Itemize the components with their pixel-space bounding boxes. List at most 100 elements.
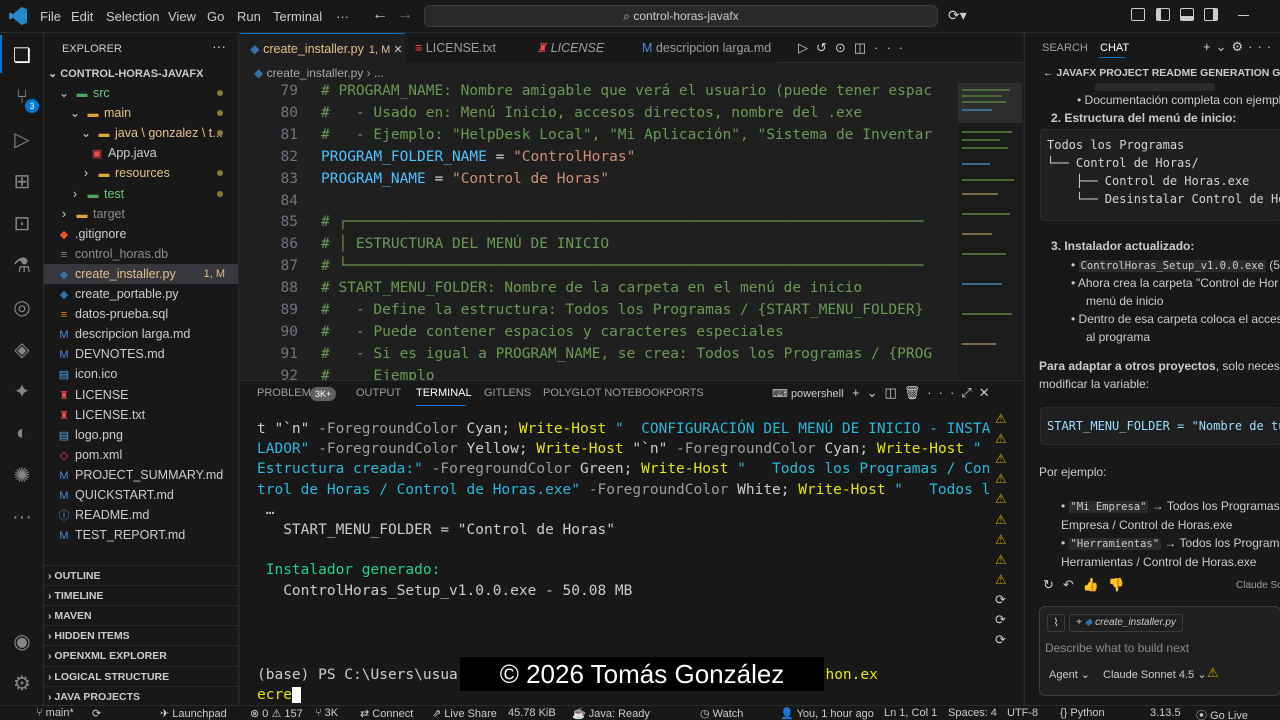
command-center-search[interactable]: ⌕ control-horas-javafx <box>424 5 938 27</box>
tree-item[interactable]: ≡ control_horas.db <box>44 244 238 264</box>
extensions-icon[interactable]: ⊞ <box>0 161 44 201</box>
openai-icon[interactable]: ✺ <box>0 455 44 495</box>
menu-terminal[interactable]: Terminal <box>273 9 322 24</box>
tree-item[interactable]: ◆ .gitignore <box>44 224 238 244</box>
source-control-icon[interactable]: ⑂ 3 <box>0 77 44 117</box>
tree-item[interactable]: ♜ LICENSE.txt <box>44 405 238 425</box>
panel-tab-problems[interactable]: PROBLEMS <box>257 387 318 399</box>
context-file-chip[interactable]: + ◆ create_installer.py <box>1069 614 1183 632</box>
language-status[interactable]: {} Python <box>1060 707 1105 719</box>
project-root[interactable]: ⌄ CONTROL-HORAS-JAVAFX <box>48 67 203 80</box>
minimap[interactable] <box>958 83 1022 380</box>
section-logical-structure[interactable]: › LOGICAL STRUCTURE <box>44 665 238 686</box>
editor-actions[interactable]: ▷↺⊙◫··· <box>798 40 911 56</box>
history-icon[interactable]: ↺ <box>816 40 835 55</box>
encoding-status[interactable]: UTF-8 <box>1007 707 1038 719</box>
copilot-chat-icon[interactable]: ◐ <box>0 413 44 453</box>
python-version-status[interactable]: 3.13.5 <box>1150 707 1181 719</box>
chat-more-icon[interactable]: ··· <box>1248 39 1276 54</box>
model-selector[interactable]: Claude Sonnet 4.5 ⌄ <box>1103 668 1206 681</box>
mysql-icon[interactable]: ◈ <box>0 329 44 369</box>
thumbs-up-icon[interactable]: 👍 <box>1083 577 1108 592</box>
tree-item[interactable]: ◆ create_portable.py <box>44 284 238 304</box>
tree-item[interactable]: ◆ create_installer.py 1, M <box>44 263 238 284</box>
run-debug-icon[interactable]: ▷ <box>0 119 44 159</box>
section-maven[interactable]: › MAVEN <box>44 605 238 625</box>
cursor-position[interactable]: Ln 1, Col 1 <box>884 707 937 719</box>
chat-actions[interactable]: +⌄⚙··· <box>1203 39 1276 55</box>
tab-search[interactable]: SEARCH <box>1042 42 1088 54</box>
explorer-more-icon[interactable]: ··· <box>212 38 226 54</box>
layout-customize-icon[interactable] <box>1131 8 1145 21</box>
tree-item[interactable]: ♜ LICENSE <box>44 385 238 405</box>
tree-item[interactable]: › ▬ test <box>44 184 238 204</box>
java-status[interactable]: ☕ Java: Ready <box>572 707 650 720</box>
database-icon[interactable]: ◎ <box>0 287 44 327</box>
tab-descripcion-larga-md[interactable]: M descripcion larga.md <box>632 33 777 63</box>
watch-status[interactable]: ◷ Watch <box>700 707 743 720</box>
panel-tab-polyglot-notebook[interactable]: POLYGLOT NOTEBOOK <box>543 387 667 399</box>
menu-selection[interactable]: Selection <box>106 9 159 24</box>
panel-tab-gitlens[interactable]: GITLENS <box>484 387 531 399</box>
tree-item[interactable]: › ▬ resources <box>44 163 238 183</box>
tree-item[interactable]: M DEVNOTES.md <box>44 344 238 364</box>
tab-chat[interactable]: CHAT <box>1100 42 1129 54</box>
tab-create-installer-py[interactable]: ◆ create_installer.py 1, M ✕ <box>240 33 405 63</box>
panel-tab-terminal[interactable]: TERMINAL <box>416 387 472 399</box>
undo-icon[interactable]: ↶ <box>1063 577 1083 592</box>
section-outline[interactable]: › OUTLINE <box>44 565 238 585</box>
tree-item[interactable]: ▤ icon.ico <box>44 364 238 384</box>
warning-icon[interactable]: ⚠ <box>995 431 1007 447</box>
back-arrow-icon[interactable]: ← <box>1043 67 1056 79</box>
warning-icon[interactable]: ⚠ <box>995 572 1007 588</box>
tools-warning-icon[interactable]: ⚠ <box>1207 665 1219 681</box>
toggle-primary-sidebar-icon[interactable] <box>1156 8 1170 21</box>
section-timeline[interactable]: › TIMELINE <box>44 585 238 605</box>
warning-icon[interactable]: ⚠ <box>995 512 1007 528</box>
remote-explorer-icon[interactable]: ⊡ <box>0 203 44 243</box>
terminal-shell-selector[interactable]: ⌨ powershell <box>772 387 844 400</box>
nav-forward-icon[interactable]: → <box>397 6 413 24</box>
new-terminal-icon[interactable]: +⌄ <box>852 385 884 400</box>
tab-license-txt[interactable]: ≡ LICENSE.txt <box>405 33 526 63</box>
close-icon[interactable]: ✕ <box>390 44 402 56</box>
explorer-icon[interactable]: ❏ <box>0 35 44 75</box>
menu-run[interactable]: Run <box>237 9 261 24</box>
liveshare-status[interactable]: ⇗ Live Share <box>432 707 497 720</box>
breadcrumb[interactable]: ◆ create_installer.py › ... <box>254 66 384 80</box>
account-icon[interactable]: ◉ <box>0 621 44 661</box>
menu-[interactable]: ··· <box>336 9 349 24</box>
connect-status[interactable]: ⇄ Connect <box>360 707 413 720</box>
nav-back-icon[interactable]: ← <box>372 6 388 24</box>
menu-go[interactable]: Go <box>207 9 224 24</box>
tree-item[interactable]: › ▬ target <box>44 204 238 224</box>
minimize-icon[interactable] <box>1238 15 1249 16</box>
indentation-status[interactable]: Spaces: 4 <box>948 707 997 719</box>
ports-status[interactable]: ⑂ 3K <box>315 707 338 719</box>
manage-gear-icon[interactable]: ⚙ <box>0 663 44 703</box>
tree-item[interactable]: Mdescripcion larga.md <box>44 324 238 344</box>
menu-view[interactable]: View <box>168 9 196 24</box>
tree-item[interactable]: ▤ logo.png <box>44 425 238 445</box>
warning-icon[interactable]: ⚠ <box>995 491 1007 507</box>
terminal-link-icon[interactable]: ⟳ <box>995 592 1006 608</box>
run-icon[interactable]: ▷ <box>798 40 816 55</box>
tree-item[interactable]: M PROJECT_SUMMARY.md <box>44 465 238 485</box>
new-chat-icon[interactable]: +⌄ <box>1203 39 1231 54</box>
testing-icon[interactable]: ⚗ <box>0 245 44 285</box>
warning-icon[interactable]: ⚠ <box>995 532 1007 548</box>
terminal-actions[interactable]: +⌄◫🗑···⤢✕ <box>852 385 997 401</box>
blame-status[interactable]: 👤 You, 1 hour ago <box>780 707 874 720</box>
tree-item[interactable]: ≡ datos-prueba.sql <box>44 304 238 324</box>
tree-item[interactable]: ⌄ ▬ main <box>44 103 238 123</box>
agent-selector[interactable]: Agent ⌄ <box>1049 668 1090 681</box>
tree-item[interactable]: ⌄ ▬ src <box>44 83 238 103</box>
tree-item[interactable]: ◇ pom.xml <box>44 445 238 465</box>
section-java-projects[interactable]: › JAVA PROJECTS <box>44 685 238 705</box>
tree-item[interactable]: M TEST_REPORT.md <box>44 525 238 545</box>
warning-icon[interactable]: ⚠ <box>995 451 1007 467</box>
branch-status[interactable]: ⑂ main* <box>36 707 74 719</box>
toggle-panel-icon[interactable] <box>1180 8 1194 21</box>
split-terminal-icon[interactable]: ◫ <box>884 385 903 400</box>
tree-item[interactable]: M QUICKSTART.md <box>44 485 238 505</box>
